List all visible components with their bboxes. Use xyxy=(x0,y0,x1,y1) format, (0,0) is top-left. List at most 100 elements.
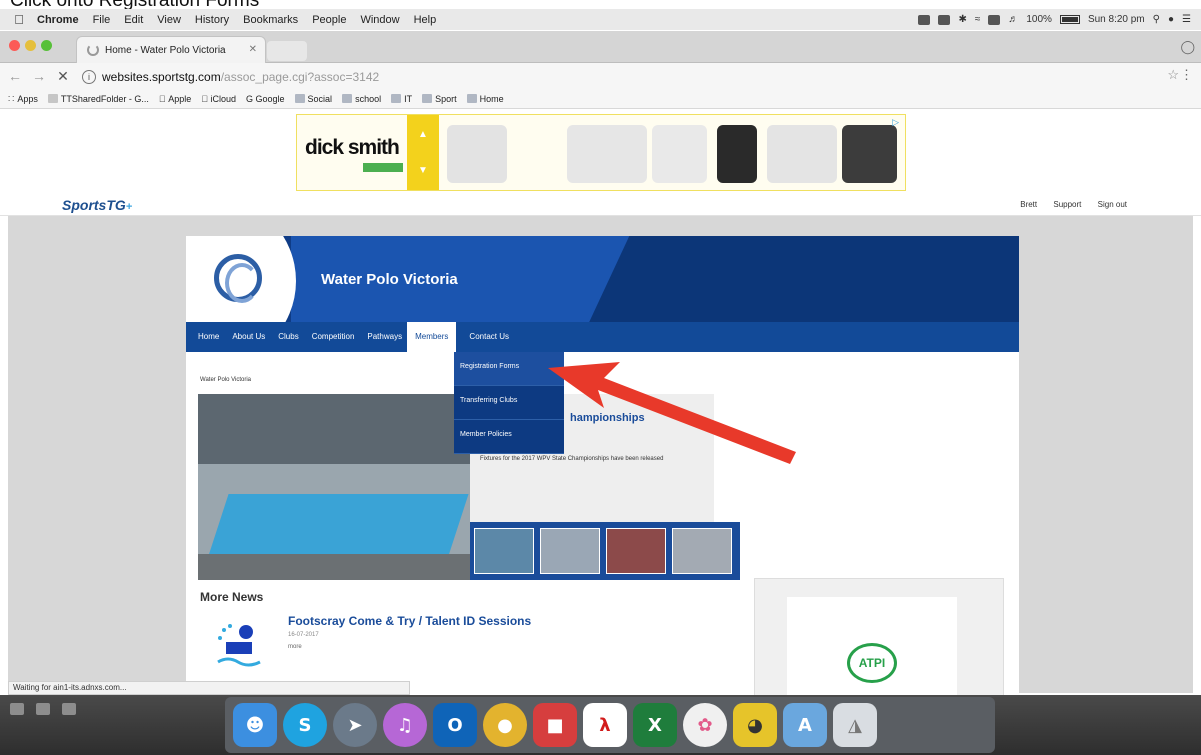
bookmarks-bar: ∷Apps TTSharedFolder - G...  Apple  iC… xyxy=(0,89,1201,109)
menu-people[interactable]: People xyxy=(312,14,346,26)
menu-bookmarks[interactable]: Bookmarks xyxy=(243,14,298,26)
bluetooth-icon[interactable]: ✱ xyxy=(958,14,966,25)
ad-product-car-charger[interactable] xyxy=(717,125,757,183)
extension-icon[interactable] xyxy=(918,14,931,25)
menu-history[interactable]: History xyxy=(195,14,229,26)
chevron-up-icon[interactable]: ▲ xyxy=(418,129,428,140)
news-item-more-link[interactable]: more xyxy=(288,644,302,650)
close-window-button[interactable] xyxy=(9,40,20,51)
advertisement-banner[interactable]: dick smith ▲ ▼ ▷ xyxy=(296,114,906,191)
airplay-icon[interactable] xyxy=(988,14,1001,25)
siri-icon[interactable]: ● xyxy=(1168,14,1174,25)
stop-loading-icon[interactable]: ✕ xyxy=(54,68,72,85)
trash-icon[interactable]: ◮ xyxy=(833,703,877,747)
bookmark-school[interactable]: school xyxy=(342,94,381,104)
battery-percent: 100% xyxy=(1026,14,1052,25)
battery-icon[interactable] xyxy=(1059,15,1080,24)
notification-center-icon[interactable]: ☰ xyxy=(1182,14,1191,25)
bookmark-apple[interactable]:  Apple xyxy=(159,94,191,104)
nav-pathways[interactable]: Pathways xyxy=(367,322,402,352)
photos-icon[interactable]: ✿ xyxy=(683,703,727,747)
back-arrow-icon[interactable]: ← xyxy=(6,68,24,84)
skype-icon[interactable]: S xyxy=(283,703,327,747)
itunes-icon[interactable]: ♫ xyxy=(383,703,427,747)
bookmark-icloud[interactable]:  iCloud xyxy=(201,94,236,104)
featured-news-title[interactable]: hampionships xyxy=(570,412,645,424)
support-link[interactable]: Support xyxy=(1053,200,1081,209)
launchpad-rocket-icon[interactable]: ➤ xyxy=(333,703,377,747)
news-thumbnail[interactable] xyxy=(474,528,534,574)
ad-product-exercise-bike[interactable] xyxy=(447,125,507,183)
news-thumbnail[interactable] xyxy=(606,528,666,574)
sponsor-card[interactable]: ATPI xyxy=(787,597,957,707)
menu-view[interactable]: View xyxy=(157,14,181,26)
nav-members[interactable]: Members xyxy=(407,322,457,352)
profile-icon[interactable]: ◯ xyxy=(1180,39,1195,55)
breadcrumb[interactable]: Water Polo Victoria xyxy=(200,377,251,383)
minimize-window-button[interactable] xyxy=(25,40,36,51)
menu-help[interactable]: Help xyxy=(414,14,437,26)
dropdown-member-policies[interactable]: Member Policies xyxy=(454,420,564,454)
bookmark-star-icon[interactable]: ☆ xyxy=(1167,67,1179,83)
applications-folder-icon[interactable]: A xyxy=(783,703,827,747)
nav-contact-us[interactable]: Contact Us xyxy=(469,322,509,352)
ad-product-pilates-machine[interactable] xyxy=(767,125,837,183)
nav-competition[interactable]: Competition xyxy=(312,322,355,352)
parallels-icon[interactable]: ■ xyxy=(533,703,577,747)
address-bar[interactable]: i websites.sportstg.com/assoc_page.cgi?a… xyxy=(82,67,1162,86)
news-item-title[interactable]: Footscray Come & Try / Talent ID Session… xyxy=(288,614,531,628)
featured-news-image[interactable] xyxy=(198,394,470,580)
forward-arrow-icon[interactable]: → xyxy=(30,68,48,84)
close-tab-icon[interactable]: ✕ xyxy=(249,44,257,55)
bookmark-it[interactable]: IT xyxy=(391,94,412,104)
bookmark-home[interactable]: Home xyxy=(466,94,504,104)
chevron-down-icon[interactable]: ▼ xyxy=(418,165,428,176)
finder-icon[interactable]: ☻ xyxy=(233,703,277,747)
ad-carousel-control[interactable]: ▲ ▼ xyxy=(407,115,439,190)
menu-file[interactable]: File xyxy=(93,14,111,26)
bookmark-social[interactable]: Social xyxy=(294,94,332,104)
menu-edit[interactable]: Edit xyxy=(124,14,143,26)
sign-out-link[interactable]: Sign out xyxy=(1098,200,1127,209)
bookmark-sport[interactable]: Sport xyxy=(422,94,457,104)
adchoices-icon[interactable]: ▷ xyxy=(892,117,899,128)
water-polo-victoria-logo[interactable] xyxy=(214,254,262,303)
bookmark-ttsharedfolder[interactable]: TTSharedFolder - G... xyxy=(47,94,149,104)
zoom-window-button[interactable] xyxy=(41,40,52,51)
chrome-menu-icon[interactable]: ⋮ xyxy=(1180,67,1193,83)
bookmark-google[interactable]: G Google xyxy=(246,94,285,104)
menu-chrome[interactable]: Chrome xyxy=(37,14,79,26)
new-tab-button[interactable] xyxy=(267,41,307,61)
browser-tab[interactable]: Home - Water Polo Victoria ✕ xyxy=(76,36,266,63)
ad-product-rowing-machine[interactable] xyxy=(567,125,647,183)
nav-home[interactable]: Home xyxy=(198,322,219,352)
dropbox-icon[interactable] xyxy=(938,14,951,25)
menubar-clock[interactable]: Sun 8:20 pm xyxy=(1088,14,1145,25)
acrobat-icon[interactable]: λ xyxy=(583,703,627,747)
news-thumbnail[interactable] xyxy=(672,528,732,574)
chrome-icon[interactable]: ● xyxy=(483,703,527,747)
wifi-icon[interactable]: ≈ xyxy=(975,14,981,25)
spotlight-search-icon[interactable]: ⚲ xyxy=(1153,14,1160,25)
ad-product-wifi-extender[interactable] xyxy=(652,125,707,183)
outlook-icon[interactable]: O xyxy=(433,703,477,747)
user-name-link[interactable]: Brett xyxy=(1020,200,1037,209)
finder-window-icon[interactable] xyxy=(10,703,24,715)
atpi-sponsor-logo[interactable]: ATPI xyxy=(847,643,897,683)
menu-window[interactable]: Window xyxy=(360,14,399,26)
nav-clubs[interactable]: Clubs xyxy=(278,322,298,352)
minion-app-icon[interactable]: ◕ xyxy=(733,703,777,747)
dropdown-transferring-clubs[interactable]: Transferring Clubs xyxy=(454,386,564,420)
site-info-icon[interactable]: i xyxy=(82,69,96,84)
excel-icon[interactable]: X xyxy=(633,703,677,747)
nav-about-us[interactable]: About Us xyxy=(232,322,265,352)
sportstg-logo[interactable]: SportsTG+ xyxy=(62,197,132,213)
ad-product-power-adapter[interactable] xyxy=(842,125,897,183)
dropdown-registration-forms[interactable]: Registration Forms xyxy=(454,352,564,386)
volume-icon[interactable]: ♬ xyxy=(1008,14,1018,25)
apple-menu-icon[interactable]:  xyxy=(8,12,30,27)
news-thumbnail[interactable] xyxy=(540,528,600,574)
home-window-icon[interactable] xyxy=(62,703,76,715)
preview-window-icon[interactable] xyxy=(36,703,50,715)
bookmark-apps[interactable]: ∷ Apps xyxy=(8,94,38,106)
